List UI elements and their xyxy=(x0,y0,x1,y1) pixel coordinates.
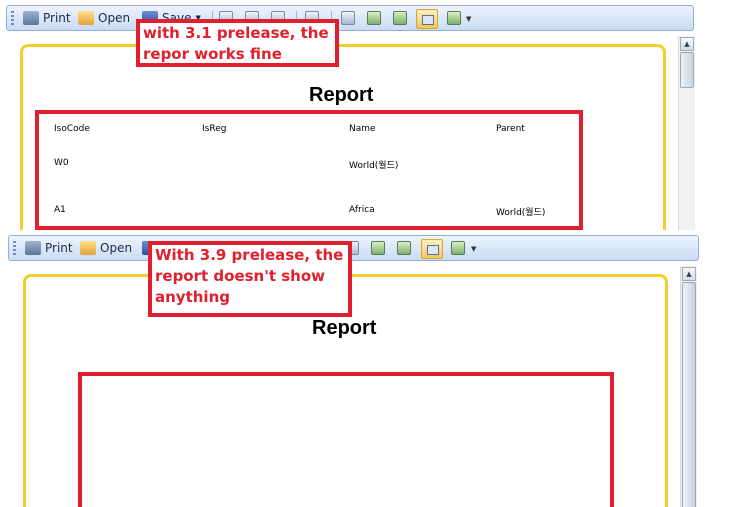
chevron-down-icon[interactable]: ▼ xyxy=(466,15,471,23)
toolbar-grip[interactable] xyxy=(13,241,16,257)
scroll-up-icon[interactable]: ▲ xyxy=(682,267,696,281)
open-button[interactable]: Open xyxy=(78,9,130,27)
toolbar-grip[interactable] xyxy=(11,11,14,27)
print-label: Print xyxy=(43,11,71,25)
scrollbar-thumb[interactable] xyxy=(682,282,696,507)
book-icon[interactable] xyxy=(393,11,407,25)
preview-panel-3-1: Print Open Save ▼ ▼ Report IsoCode IsReg… xyxy=(0,0,730,230)
annotation-callout-3-1: with 3.1 prelease, the repor works fine xyxy=(136,19,339,67)
single-page-icon[interactable] xyxy=(341,11,355,25)
open-icon xyxy=(78,11,94,25)
multi-page-icon[interactable] xyxy=(451,241,465,255)
scrollbar-thumb[interactable] xyxy=(680,52,694,88)
two-page-icon[interactable] xyxy=(367,11,381,25)
vertical-scrollbar[interactable]: ▲ xyxy=(678,36,695,230)
book-icon[interactable] xyxy=(397,241,411,255)
print-button[interactable]: Print xyxy=(23,9,71,27)
print-icon xyxy=(25,241,41,255)
open-icon xyxy=(80,241,96,255)
scroll-up-icon[interactable]: ▲ xyxy=(680,37,694,51)
open-label: Open xyxy=(100,241,133,255)
print-button[interactable]: Print xyxy=(25,239,73,257)
page-width-icon[interactable] xyxy=(416,9,438,29)
report-title: Report xyxy=(312,317,377,339)
report-title: Report xyxy=(309,84,374,106)
open-button[interactable]: Open xyxy=(80,239,132,257)
chevron-down-icon[interactable]: ▼ xyxy=(471,245,476,253)
multi-page-icon[interactable] xyxy=(447,11,461,25)
highlight-box-empty-table xyxy=(78,372,614,507)
highlight-box-table xyxy=(35,110,583,230)
print-label: Print xyxy=(45,241,73,255)
print-preview-toolbar: Print Open Save ▼ ▼ xyxy=(6,5,694,31)
two-page-icon[interactable] xyxy=(371,241,385,255)
print-preview-toolbar: Print Open ▼ xyxy=(8,235,699,261)
open-label: Open xyxy=(98,11,131,25)
preview-panel-3-9: Print Open ▼ Report ▲ With 3.9 prelease,… xyxy=(0,230,730,507)
page-width-icon[interactable] xyxy=(421,239,443,259)
annotation-callout-3-9: With 3.9 prelease, the report doesn't sh… xyxy=(148,241,352,317)
vertical-scrollbar[interactable]: ▲ xyxy=(680,266,697,507)
print-icon xyxy=(23,11,39,25)
